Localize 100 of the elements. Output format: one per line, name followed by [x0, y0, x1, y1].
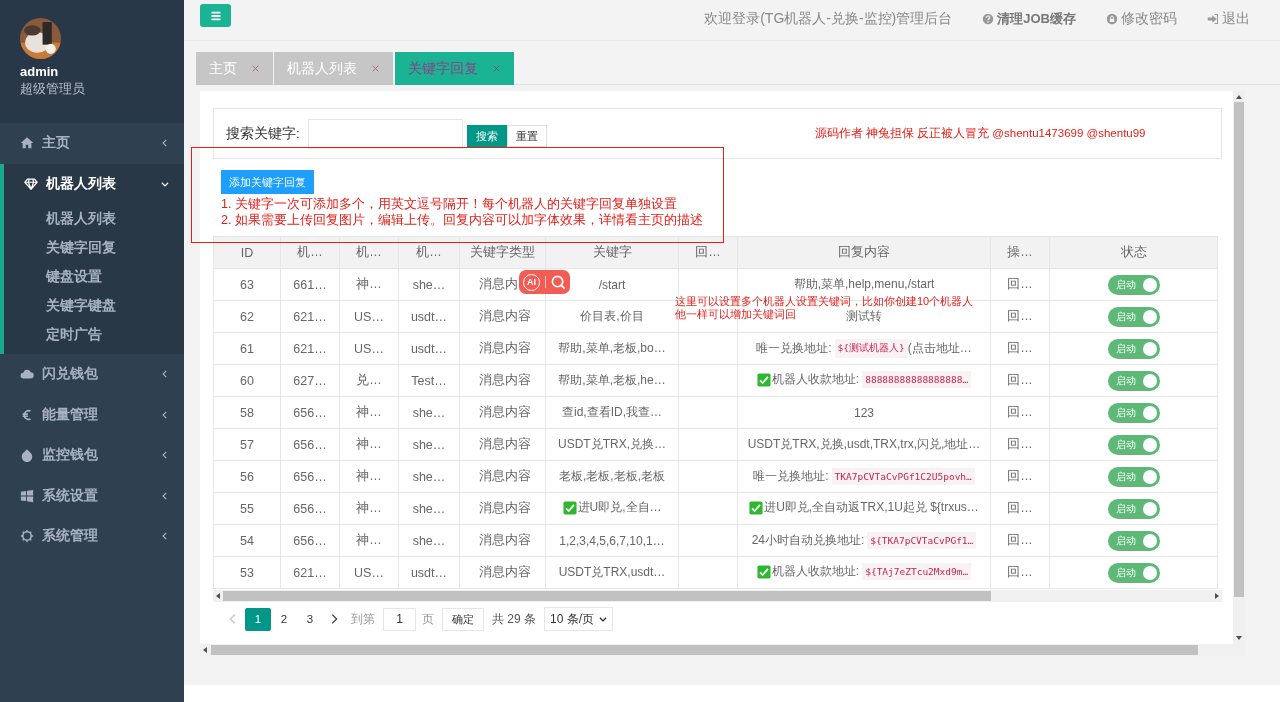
table-cell: she…: [398, 492, 460, 525]
status-toggle[interactable]: 启动: [1107, 498, 1160, 519]
submenu-item[interactable]: 关键字回复: [4, 233, 116, 262]
total-count: 共 29 条: [492, 610, 536, 628]
table-cell: 消息内容: [459, 396, 546, 429]
table-cell: 61: [213, 332, 281, 365]
table-cell: she…: [398, 524, 460, 557]
page-button[interactable]: 2: [271, 607, 297, 631]
table-cell: 62: [213, 300, 281, 333]
code-text: ${TKA7pCVTaCvPGf1…: [867, 532, 977, 549]
column-header: 回复内容: [737, 236, 991, 269]
table-cell: 656…: [280, 396, 340, 429]
scrollbar[interactable]: [213, 590, 1222, 602]
chevron-left-icon: [160, 490, 170, 501]
welcome-text: 欢迎登录(TG机器人-兑换-监控)管理后台: [704, 10, 953, 28]
check-icon: [756, 564, 771, 579]
table-cell: she…: [398, 460, 460, 493]
column-header: 回…: [678, 236, 738, 269]
status-toggle[interactable]: 启动: [1107, 338, 1160, 359]
search-icon: [551, 274, 566, 290]
header-link[interactable]: 清理JOB缓存: [982, 10, 1076, 28]
author-note: 源码作者 神兔担保 反正被人冒充 @shentu1473699 @shentu99: [814, 126, 1146, 141]
page-button[interactable]: 3: [297, 607, 323, 631]
column-header: 机…: [280, 236, 340, 269]
reply-text: 测试转: [846, 308, 882, 325]
code-text: ${TAj7eZTcu2Mxd9m…: [862, 563, 972, 581]
table-cell: 57: [213, 428, 281, 461]
add-button[interactable]: 添加关键字回复: [221, 170, 314, 194]
status-toggle[interactable]: 启动: [1107, 466, 1160, 487]
confirm-button[interactable]: 确定: [442, 607, 484, 631]
menu-icon: [209, 9, 222, 22]
check-icon: [562, 500, 577, 515]
table-cell: usdt…: [398, 556, 460, 589]
table-cell: 神…: [339, 268, 399, 301]
status-toggle[interactable]: 启动: [1107, 530, 1160, 551]
search-field[interactable]: [307, 118, 463, 149]
column-header: 机…: [339, 236, 399, 269]
table-cell: 神…: [339, 492, 399, 525]
status-toggle[interactable]: 启动: [1107, 306, 1160, 327]
user-name: admin: [20, 64, 59, 80]
submenu-item[interactable]: 机器人列表: [4, 204, 116, 233]
column-header: ID: [213, 236, 281, 269]
header-link[interactable]: 修改密码: [1106, 10, 1177, 28]
table-cell: usdt…: [398, 332, 460, 365]
keyword-text: 1,2,3,4,5,6,7,10,1…: [559, 533, 665, 548]
status-toggle[interactable]: 启动: [1107, 562, 1160, 583]
help-icon: [982, 13, 995, 25]
menu-item[interactable]: 系统管理: [0, 516, 184, 557]
menu-item[interactable]: 主页: [0, 123, 184, 164]
ai-search-widget[interactable]: AI: [519, 270, 570, 294]
chevron-left-icon: [160, 409, 170, 420]
menu-button[interactable]: [200, 4, 231, 27]
table-cell: 60: [213, 364, 281, 397]
menu-item[interactable]: 系统设置: [0, 475, 184, 516]
table-cell: 回…: [990, 460, 1050, 493]
table-cell: US…: [339, 300, 399, 333]
header-link[interactable]: 退出: [1207, 10, 1250, 28]
reset-button[interactable]: 重置: [506, 125, 547, 147]
table-cell: she…: [398, 268, 460, 301]
menu-item[interactable]: 机器人列表: [4, 163, 184, 204]
drop-icon: [20, 448, 34, 463]
page-input[interactable]: 1: [383, 607, 416, 631]
chevron-left-icon: [160, 369, 170, 380]
menu-item[interactable]: 能量管理: [0, 394, 184, 435]
keyword-text: 帮助,菜单,老板,he…: [558, 372, 666, 389]
keyword-text: 进U即兑,全自…: [577, 499, 662, 517]
table-cell: 神…: [339, 428, 399, 461]
menu-item[interactable]: 监控钱包: [0, 435, 184, 476]
reply-text: 机器人收款地址:: [771, 371, 860, 389]
column-header: 操…: [990, 236, 1050, 269]
table-cell: she…: [398, 396, 460, 429]
status-toggle[interactable]: 启动: [1107, 402, 1160, 423]
search-label: 搜索关键字:: [226, 124, 300, 143]
status-toggle[interactable]: 启动: [1107, 370, 1160, 391]
status-toggle[interactable]: 启动: [1107, 434, 1160, 455]
code-text: ${测试机器人}: [834, 339, 908, 358]
search-button[interactable]: 搜索: [466, 125, 507, 147]
code-text: TKA7pCVTaCvPGf1C2U5povh…: [831, 468, 975, 485]
submenu-item[interactable]: 键盘设置: [4, 262, 102, 291]
submenu-item[interactable]: 关键字键盘: [4, 291, 116, 320]
table-cell: 656…: [280, 428, 340, 461]
table-cell: 消息内容: [459, 524, 546, 557]
table-cell: 63: [213, 268, 281, 301]
page-button[interactable]: 1: [245, 607, 271, 631]
menu-item[interactable]: 闪兑钱包: [0, 354, 184, 395]
table-cell: 53: [213, 556, 281, 589]
table-cell: 回…: [990, 364, 1050, 397]
table-cell: 回…: [990, 492, 1050, 525]
chevron-left-icon: [160, 450, 170, 461]
submenu-item[interactable]: 定时广告: [4, 320, 102, 349]
close-icon: [371, 64, 380, 73]
status-toggle[interactable]: 启动: [1107, 274, 1160, 295]
table-cell: 656…: [280, 492, 340, 525]
reply-text: 进U即兑,全自动返TRX,1U起兑 ${trxus…: [764, 499, 979, 517]
tab[interactable]: 关键字回复: [395, 52, 514, 85]
keyword-text: 查id,查看ID,我查…: [562, 404, 662, 421]
note-text: 2. 如果需要上传回复图片，编辑上传。回复内容可以加字体效果，详情看主页的描述: [221, 212, 703, 228]
table-cell: 消息内容: [459, 460, 546, 493]
code-text: 88888888888888888…: [862, 371, 972, 389]
page-size-select[interactable]: 10 条/页: [544, 607, 614, 631]
